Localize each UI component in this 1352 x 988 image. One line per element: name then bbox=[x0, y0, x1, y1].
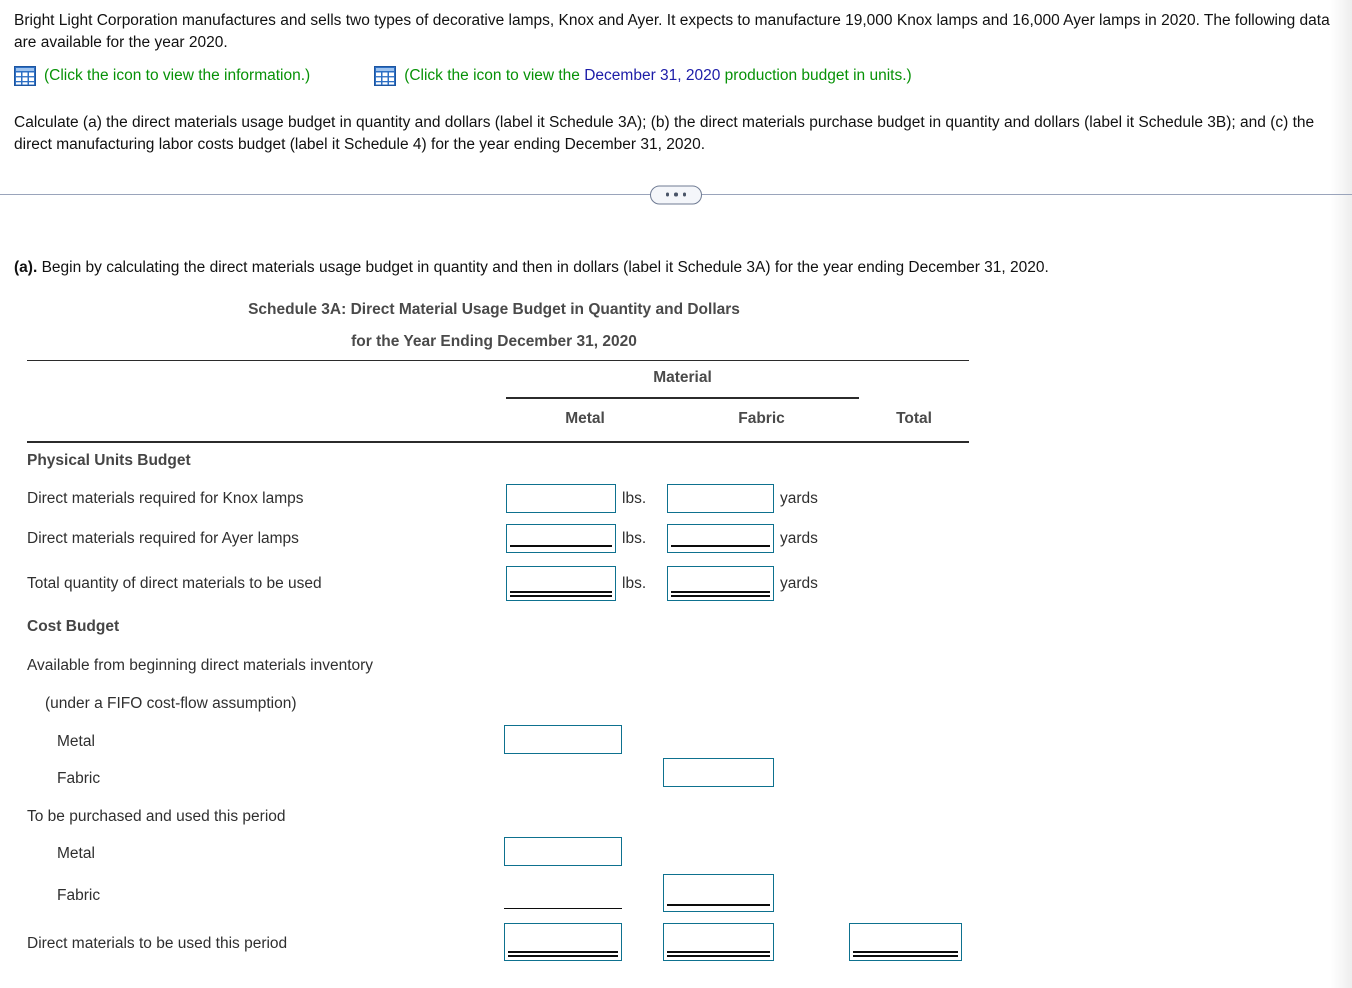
column-headers: Metal Fabric Total bbox=[14, 405, 974, 441]
view-information-link[interactable]: (Click the icon to view the information.… bbox=[14, 66, 310, 86]
input-knox-fabric[interactable] bbox=[667, 483, 774, 513]
total-double-rule bbox=[510, 590, 612, 597]
input-dm-used-fabric[interactable] bbox=[663, 922, 774, 961]
row-label: Fabric bbox=[57, 769, 101, 787]
table-row-beginning-fabric: Fabric bbox=[14, 757, 974, 799]
view-production-budget-link-text: (Click the icon to view the December 31,… bbox=[404, 67, 911, 85]
schedule-title-line-2: for the Year Ending December 31, 2020 bbox=[351, 332, 637, 350]
row-label: Total quantity of direct materials to be… bbox=[27, 574, 322, 592]
row-label: Metal bbox=[57, 732, 95, 750]
subtotal-single-rule bbox=[667, 904, 770, 906]
input-total-metal[interactable] bbox=[506, 565, 616, 601]
total-double-rule bbox=[671, 590, 770, 597]
table-row-dm-used-this-period: Direct materials to be used this period bbox=[14, 920, 974, 968]
problem-paragraph-2: Calculate (a) the direct materials usage… bbox=[14, 114, 1315, 153]
expand-collapse-dots-button[interactable] bbox=[650, 185, 702, 204]
row-label: Direct materials to be used this period bbox=[27, 934, 288, 952]
table-row-available-beginning: Available from beginning direct material… bbox=[14, 648, 974, 686]
part-a-instruction-text: Begin by calculating the direct material… bbox=[41, 259, 1049, 276]
table-row-ayer-lamps: Direct materials required for Ayer lamps… bbox=[14, 521, 974, 561]
section-heading-label: Physical Units Budget bbox=[27, 451, 191, 469]
material-group-header: Material bbox=[14, 361, 974, 405]
unit-label-lbs: lbs. bbox=[622, 574, 647, 592]
total-double-rule bbox=[667, 950, 770, 957]
material-group-underline bbox=[506, 397, 859, 399]
section-heading-physical-units: Physical Units Budget bbox=[14, 443, 974, 481]
material-group-label: Material bbox=[653, 369, 712, 387]
schedule-3a-table: Schedule 3A: Direct Material Usage Budge… bbox=[14, 301, 974, 968]
row-label: Available from beginning direct material… bbox=[27, 656, 374, 674]
unit-label-yards: yards bbox=[780, 489, 818, 507]
input-ayer-metal[interactable] bbox=[506, 523, 616, 553]
input-knox-metal[interactable] bbox=[506, 483, 616, 513]
view-information-link-text: (Click the icon to view the information.… bbox=[44, 67, 311, 84]
link-date-highlight: December 31, 2020 bbox=[584, 67, 721, 84]
row-label: Fabric bbox=[57, 886, 101, 904]
part-a-label: (a). bbox=[14, 259, 38, 276]
input-beginning-metal[interactable] bbox=[504, 724, 622, 754]
input-dm-used-total[interactable] bbox=[849, 922, 962, 961]
table-row-beginning-metal: Metal bbox=[14, 724, 974, 761]
metal-column-subtotal-rule bbox=[504, 907, 622, 910]
column-header-metal: Metal bbox=[565, 410, 605, 428]
table-row-knox-lamps: Direct materials required for Knox lamps… bbox=[14, 481, 974, 521]
subtotal-single-rule bbox=[510, 545, 612, 547]
row-label: (under a FIFO cost-flow assumption) bbox=[45, 694, 297, 712]
input-beginning-fabric[interactable] bbox=[663, 757, 774, 787]
row-label: To be purchased and used this period bbox=[27, 807, 286, 825]
table-row-to-be-purchased: To be purchased and used this period bbox=[14, 799, 974, 836]
section-heading-label: Cost Budget bbox=[27, 617, 120, 635]
column-header-total: Total bbox=[896, 410, 932, 428]
unit-label-yards: yards bbox=[780, 529, 818, 547]
unit-label-yards: yards bbox=[780, 574, 818, 592]
link-text-before: (Click the icon to view the bbox=[404, 67, 585, 84]
table-row-total-quantity: Total quantity of direct materials to be… bbox=[14, 561, 974, 609]
spreadsheet-grid-icon bbox=[14, 66, 36, 86]
row-label: Direct materials required for Knox lamps bbox=[27, 489, 304, 507]
schedule-rows: Physical Units Budget Direct materials r… bbox=[14, 443, 974, 968]
subtotal-single-rule bbox=[671, 545, 770, 547]
input-ayer-fabric[interactable] bbox=[667, 523, 774, 553]
unit-label-lbs: lbs. bbox=[622, 489, 647, 507]
input-dm-used-metal[interactable] bbox=[504, 922, 622, 961]
row-label: Metal bbox=[57, 844, 95, 862]
table-row-purchased-metal: Metal bbox=[14, 836, 974, 878]
section-heading-cost-budget: Cost Budget bbox=[14, 609, 974, 648]
spreadsheet-grid-icon bbox=[374, 66, 397, 86]
dot-3 bbox=[682, 192, 687, 197]
section-divider bbox=[0, 185, 1352, 204]
input-purchased-metal[interactable] bbox=[504, 836, 622, 866]
input-purchased-fabric[interactable] bbox=[663, 873, 774, 912]
total-double-rule bbox=[508, 950, 618, 957]
row-label: Direct materials required for Ayer lamps bbox=[27, 529, 299, 547]
table-row-purchased-fabric: Fabric bbox=[14, 873, 974, 920]
answer-area: (a). Begin by calculating the direct mat… bbox=[0, 257, 1352, 968]
part-a-instruction: (a). Begin by calculating the direct mat… bbox=[14, 257, 1334, 279]
column-header-fabric: Fabric bbox=[738, 410, 785, 428]
problem-statement-area: Bright Light Corporation manufactures an… bbox=[0, 0, 1352, 156]
table-row-fifo-note: (under a FIFO cost-flow assumption) bbox=[14, 686, 974, 724]
problem-paragraph-1: Bright Light Corporation manufactures an… bbox=[14, 12, 1330, 51]
total-double-rule bbox=[853, 950, 958, 957]
link-text-after: production budget in units.) bbox=[720, 67, 912, 84]
unit-label-lbs: lbs. bbox=[622, 529, 647, 547]
dot-2 bbox=[674, 192, 678, 197]
schedule-title-line-1: Schedule 3A: Direct Material Usage Budge… bbox=[248, 300, 740, 318]
reference-links-row: (Click the icon to view the information.… bbox=[14, 66, 1334, 86]
input-total-fabric[interactable] bbox=[667, 565, 774, 601]
dot-1 bbox=[665, 192, 670, 197]
view-production-budget-link[interactable]: (Click the icon to view the December 31,… bbox=[374, 66, 912, 86]
